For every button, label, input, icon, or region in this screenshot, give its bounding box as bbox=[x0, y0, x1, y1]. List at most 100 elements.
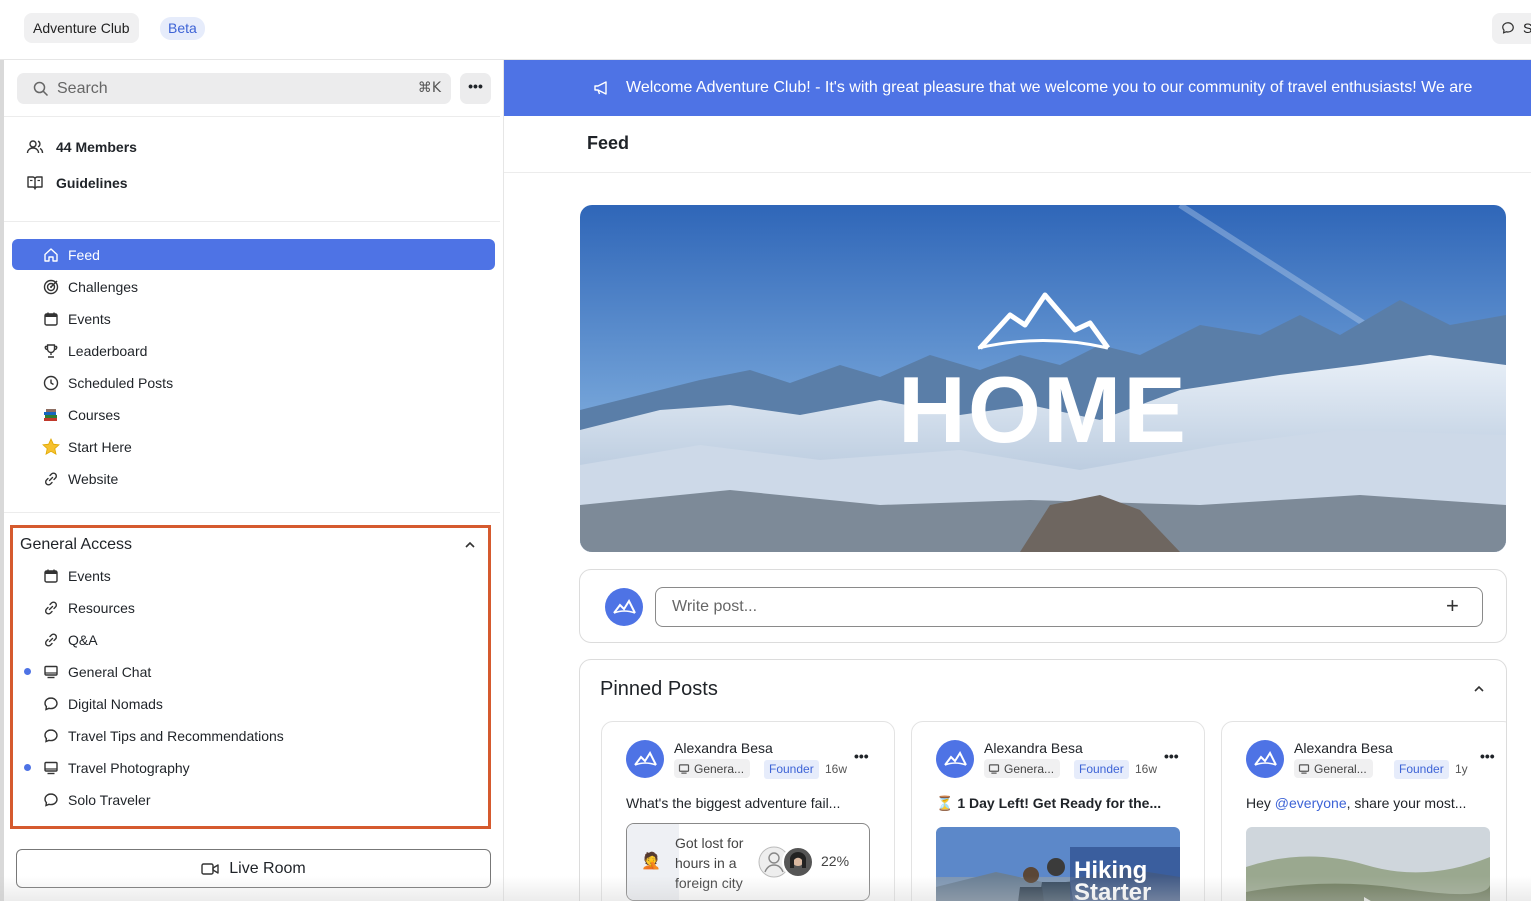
section-item-digital-nomads[interactable]: Digital Nomads bbox=[12, 688, 495, 719]
pinned-post-card[interactable]: Alexandra Besa General... Founder 1y •••… bbox=[1221, 721, 1506, 901]
section-item-resources[interactable]: Resources bbox=[12, 592, 495, 623]
poll-emoji: 🤦 bbox=[641, 853, 661, 870]
post-author[interactable]: Alexandra Besa bbox=[1294, 740, 1393, 756]
post-options-button[interactable]: ••• bbox=[1164, 748, 1179, 764]
monitor-icon bbox=[678, 763, 690, 774]
excerpt-prefix: Hey bbox=[1246, 795, 1275, 811]
chat-bubble-icon bbox=[1502, 22, 1514, 34]
nav-item-label: Website bbox=[68, 470, 119, 487]
community-name-chip[interactable]: Adventure Club bbox=[24, 13, 139, 43]
write-post-input[interactable] bbox=[655, 587, 1483, 627]
chevron-up-icon[interactable] bbox=[463, 538, 477, 552]
avatar[interactable] bbox=[936, 740, 974, 778]
pinned-post-card[interactable]: Alexandra Besa Genera... Founder 16w •••… bbox=[601, 721, 895, 901]
nav-item-leaderboard[interactable]: Leaderboard bbox=[12, 335, 495, 366]
post-options-button[interactable]: ••• bbox=[1480, 748, 1495, 764]
section-item-travel-photography[interactable]: Travel Photography bbox=[12, 752, 495, 783]
hero-text: HOME bbox=[898, 357, 1188, 462]
plus-icon[interactable]: + bbox=[1446, 595, 1459, 617]
nav-item-website[interactable]: Website bbox=[12, 463, 495, 494]
section-item-general-chat[interactable]: General Chat bbox=[12, 656, 495, 687]
section-item-events[interactable]: Events bbox=[12, 560, 495, 591]
post-thumbnail[interactable] bbox=[1246, 827, 1490, 901]
users-icon bbox=[26, 140, 44, 154]
megaphone-icon bbox=[594, 81, 607, 95]
monitor-icon bbox=[1298, 763, 1310, 774]
link-icon bbox=[42, 599, 60, 617]
search-box[interactable]: ⌘K bbox=[17, 73, 451, 104]
post-excerpt[interactable]: Hey @everyone, share your most... bbox=[1246, 795, 1496, 811]
guidelines-link[interactable]: Guidelines bbox=[26, 172, 128, 194]
post-thumbnail[interactable]: Hiking Starter bbox=[936, 827, 1180, 901]
nav-item-start-here[interactable]: Start Here bbox=[12, 431, 495, 462]
post-channel-label: General... bbox=[1314, 761, 1367, 776]
section-title[interactable]: General Access bbox=[20, 536, 132, 554]
section-item-label: General Chat bbox=[68, 663, 152, 680]
post-options-button[interactable]: ••• bbox=[854, 748, 869, 764]
section-item-label: Events bbox=[68, 567, 111, 584]
post-composer: + bbox=[579, 569, 1507, 643]
section-item-label: Travel Tips and Recommendations bbox=[68, 727, 284, 744]
monitor-icon bbox=[42, 759, 60, 777]
divider bbox=[4, 512, 500, 513]
top-right-button[interactable]: S bbox=[1492, 13, 1531, 44]
banner-text: Welcome Adventure Club! - It's with grea… bbox=[626, 79, 1473, 96]
poll-percent: 22% bbox=[821, 853, 850, 869]
avatar[interactable] bbox=[1246, 740, 1284, 778]
sidebar: ⌘K ••• 44 Members Guidelines Feed Challe… bbox=[4, 60, 504, 901]
section-item-travel-tips[interactable]: Travel Tips and Recommendations bbox=[12, 720, 495, 751]
post-time: 1y bbox=[1455, 762, 1468, 776]
chat-bubble-icon bbox=[42, 727, 60, 745]
calendar-icon bbox=[42, 567, 60, 585]
divider bbox=[4, 116, 500, 117]
post-excerpt[interactable]: ⏳ 1 Day Left! Get Ready for the... bbox=[936, 795, 1186, 812]
voter-avatars bbox=[758, 846, 814, 878]
nav-item-scheduled-posts[interactable]: Scheduled Posts bbox=[12, 367, 495, 398]
post-excerpt[interactable]: What's the biggest adventure fail... bbox=[626, 795, 876, 811]
nav-item-events[interactable]: Events bbox=[12, 303, 495, 334]
pinned-post-card[interactable]: Alexandra Besa Genera... Founder 16w •••… bbox=[911, 721, 1205, 901]
members-link[interactable]: 44 Members bbox=[26, 136, 137, 158]
welcome-banner[interactable]: Welcome Adventure Club! - It's with grea… bbox=[504, 60, 1531, 116]
home-icon bbox=[42, 246, 60, 264]
trophy-icon bbox=[42, 342, 60, 360]
excerpt-suffix: , share your most... bbox=[1346, 795, 1467, 811]
section-item-label: Digital Nomads bbox=[68, 695, 163, 712]
mention-link[interactable]: @everyone bbox=[1275, 795, 1347, 811]
chevron-up-icon[interactable] bbox=[1472, 682, 1486, 696]
members-label: 44 Members bbox=[56, 139, 137, 155]
pinned-posts-panel: Pinned Posts Alexandra Besa Genera... Fo… bbox=[579, 659, 1507, 901]
nav-item-feed[interactable]: Feed bbox=[12, 239, 495, 270]
post-channel-chip[interactable]: General... bbox=[1294, 759, 1373, 778]
role-badge: Founder bbox=[764, 760, 819, 779]
live-room-button[interactable]: Live Room bbox=[16, 849, 491, 888]
search-input[interactable] bbox=[57, 73, 397, 104]
nav-item-courses[interactable]: Courses bbox=[12, 399, 495, 430]
more-options-button[interactable]: ••• bbox=[460, 73, 491, 104]
avatar[interactable] bbox=[626, 740, 664, 778]
page-title: Feed bbox=[587, 133, 630, 153]
poll-option[interactable]: 🤦 Got lost for hours in a foreign city 2… bbox=[626, 823, 870, 901]
post-channel-chip[interactable]: Genera... bbox=[674, 759, 751, 778]
nav-item-challenges[interactable]: Challenges bbox=[12, 271, 495, 302]
nav-item-label: Leaderboard bbox=[68, 342, 148, 359]
video-camera-icon bbox=[201, 862, 219, 875]
clock-icon bbox=[42, 374, 60, 392]
link-icon bbox=[42, 470, 60, 488]
live-room-label: Live Room bbox=[229, 859, 306, 877]
post-time: 16w bbox=[825, 762, 848, 776]
section-item-solo-traveler[interactable]: Solo Traveler bbox=[12, 784, 495, 815]
post-author[interactable]: Alexandra Besa bbox=[984, 740, 1083, 756]
role-badge: Founder bbox=[1074, 760, 1129, 779]
section-item-qa[interactable]: Q&A bbox=[12, 624, 495, 655]
beta-badge: Beta bbox=[160, 17, 205, 40]
poll-option-text: Got lost for hours in a foreign city bbox=[675, 835, 744, 891]
ellipsis-icon: ••• bbox=[468, 78, 483, 94]
section-item-label: Resources bbox=[68, 599, 135, 616]
chat-bubble-icon bbox=[42, 695, 60, 713]
target-icon bbox=[42, 278, 60, 296]
post-channel-chip[interactable]: Genera... bbox=[984, 759, 1061, 778]
nav-item-label: Challenges bbox=[68, 278, 139, 295]
avatar[interactable] bbox=[605, 588, 643, 626]
post-author[interactable]: Alexandra Besa bbox=[674, 740, 773, 756]
